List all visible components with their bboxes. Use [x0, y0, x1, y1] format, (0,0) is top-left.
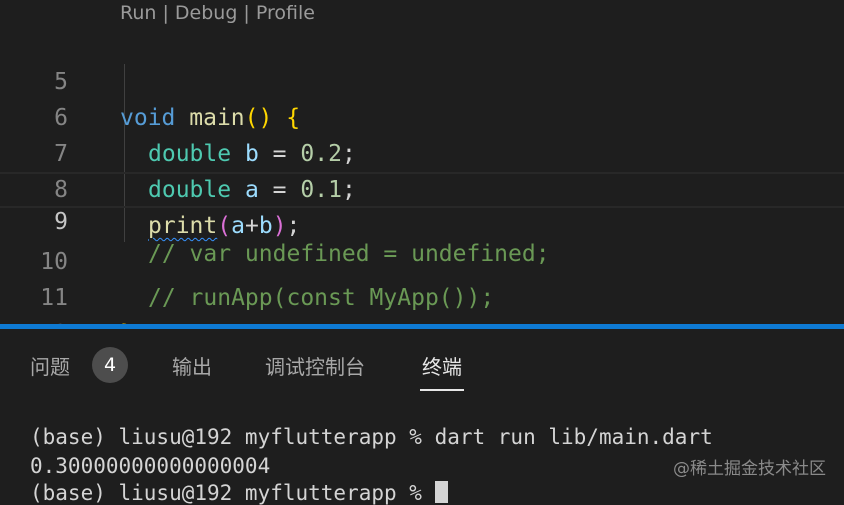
tab-debug-console[interactable]: 调试控制台: [265, 351, 365, 380]
code-line-5[interactable]: 5 void main() {: [0, 28, 844, 131]
tab-label: 终端: [422, 355, 462, 379]
code-editor[interactable]: Run | Debug | Profile 5 void main() { 6 …: [0, 0, 844, 326]
code-line-9-current[interactable]: 9 // var undefined = undefined;: [0, 172, 844, 267]
code-line-7[interactable]: 7 double a = 0.1;: [0, 100, 844, 203]
tab-terminal[interactable]: 终端: [420, 351, 464, 391]
terminal-line: (base) liusu@192 myflutterapp % dart run…: [30, 425, 713, 449]
terminal-prompt-line[interactable]: (base) liusu@192 myflutterapp %: [30, 481, 448, 505]
code-line-10[interactable]: 10 // runApp(const MyApp());: [0, 208, 844, 311]
bottom-panel: 问题 4 输出 调试控制台 终端 (base) liusu@192 myflut…: [0, 329, 844, 505]
watermark: @稀土掘金技术社区: [673, 459, 826, 479]
tab-label: 问题: [30, 355, 70, 379]
terminal-output-line: 0.30000000000000004: [30, 454, 271, 478]
code-line-6[interactable]: 6 double b = 0.2;: [0, 64, 844, 167]
terminal-prompt: (base) liusu@192 myflutterapp %: [30, 481, 435, 505]
terminal-cursor: [434, 481, 448, 503]
code-line-12[interactable]: 12: [0, 280, 844, 326]
codelens-actions[interactable]: Run | Debug | Profile: [120, 2, 315, 24]
problems-count-badge: 4: [92, 347, 128, 383]
tab-problems[interactable]: 问题: [30, 351, 70, 380]
active-tab-indicator: [420, 389, 464, 391]
tab-label: 调试控制台: [265, 355, 365, 379]
code-line-8[interactable]: 8 print(a+b);: [0, 136, 844, 239]
tab-output[interactable]: 输出: [172, 351, 212, 380]
tab-label: 输出: [172, 355, 212, 379]
panel-tabs: 问题 4 输出 调试控制台 终端: [0, 329, 844, 399]
code-line-11[interactable]: 11 }: [0, 244, 844, 326]
